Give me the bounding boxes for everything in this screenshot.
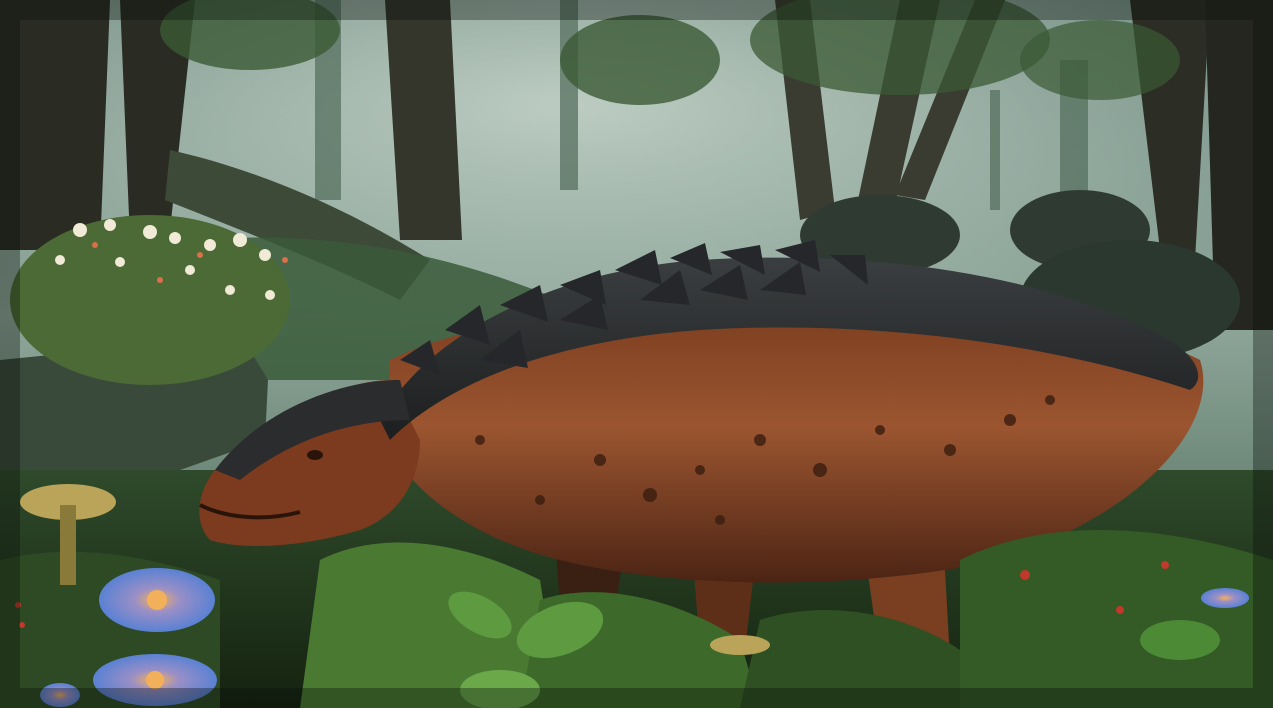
jungle-scene: [0, 0, 1273, 708]
flowering-bush: [10, 215, 290, 385]
eye: [307, 450, 323, 460]
game-viewport: [0, 0, 1273, 708]
glowing-flower: [99, 568, 215, 632]
glowing-flower: [1201, 588, 1249, 608]
